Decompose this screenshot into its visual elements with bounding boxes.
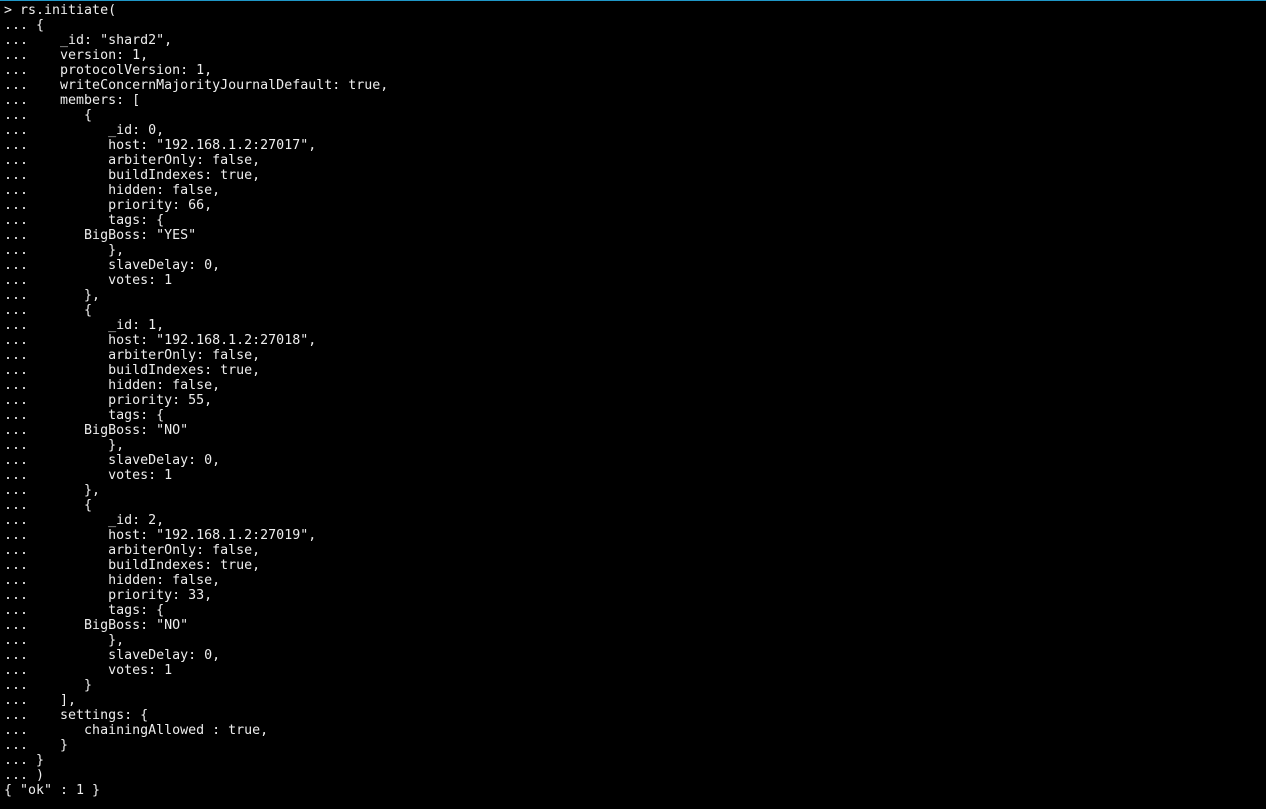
terminal-line: ... }, (4, 243, 1266, 258)
terminal-line: ... host: "192.168.1.2:27018", (4, 333, 1266, 348)
terminal-line: ... BigBoss: "YES" (4, 228, 1266, 243)
terminal-line: ... ], (4, 693, 1266, 708)
terminal-line: ... hidden: false, (4, 378, 1266, 393)
terminal-line: ... _id: 2, (4, 513, 1266, 528)
terminal-line: ... tags: { (4, 408, 1266, 423)
terminal-line: ... }, (4, 483, 1266, 498)
terminal-line: ... }, (4, 438, 1266, 453)
terminal-line: ... priority: 55, (4, 393, 1266, 408)
terminal-line: ... } (4, 678, 1266, 693)
terminal-line: ... BigBoss: "NO" (4, 423, 1266, 438)
terminal-line: ... slaveDelay: 0, (4, 648, 1266, 663)
terminal-line: ... }, (4, 633, 1266, 648)
terminal-line: ... { (4, 108, 1266, 123)
terminal-line: ... chainingAllowed : true, (4, 723, 1266, 738)
terminal-line: ... votes: 1 (4, 663, 1266, 678)
terminal-line: ... BigBoss: "NO" (4, 618, 1266, 633)
terminal-line: ... { (4, 18, 1266, 33)
terminal-line: ... writeConcernMajorityJournalDefault: … (4, 78, 1266, 93)
terminal-line: ... } (4, 738, 1266, 753)
terminal-line: ... } (4, 753, 1266, 768)
terminal-line: ... host: "192.168.1.2:27017", (4, 138, 1266, 153)
terminal-line: ... arbiterOnly: false, (4, 348, 1266, 363)
terminal-line: ... buildIndexes: true, (4, 168, 1266, 183)
terminal-line: ... tags: { (4, 603, 1266, 618)
terminal-line: ... { (4, 498, 1266, 513)
terminal-line: ... host: "192.168.1.2:27019", (4, 528, 1266, 543)
terminal-line: ... protocolVersion: 1, (4, 63, 1266, 78)
terminal-line: ... }, (4, 288, 1266, 303)
terminal-line: ... _id: "shard2", (4, 33, 1266, 48)
terminal-output[interactable]: > rs.initiate(... {... _id: "shard2",...… (0, 1, 1266, 798)
terminal-line: ... votes: 1 (4, 273, 1266, 288)
terminal-line: ... ) (4, 768, 1266, 783)
terminal-line: > rs.initiate( (4, 3, 1266, 18)
terminal-line: ... { (4, 303, 1266, 318)
terminal-line: ... priority: 66, (4, 198, 1266, 213)
terminal-line: ... votes: 1 (4, 468, 1266, 483)
terminal-line: ... arbiterOnly: false, (4, 543, 1266, 558)
terminal-line: ... version: 1, (4, 48, 1266, 63)
terminal-line: ... members: [ (4, 93, 1266, 108)
terminal-line: ... settings: { (4, 708, 1266, 723)
terminal-line: ... priority: 33, (4, 588, 1266, 603)
terminal-line: ... slaveDelay: 0, (4, 453, 1266, 468)
terminal-line: ... _id: 1, (4, 318, 1266, 333)
terminal-line: ... buildIndexes: true, (4, 558, 1266, 573)
terminal-line: ... arbiterOnly: false, (4, 153, 1266, 168)
terminal-line: ... slaveDelay: 0, (4, 258, 1266, 273)
terminal-line: ... hidden: false, (4, 573, 1266, 588)
terminal-line: ... tags: { (4, 213, 1266, 228)
terminal-line: ... hidden: false, (4, 183, 1266, 198)
terminal-line: ... _id: 0, (4, 123, 1266, 138)
terminal-line: ... buildIndexes: true, (4, 363, 1266, 378)
terminal-line: { "ok" : 1 } (4, 783, 1266, 798)
